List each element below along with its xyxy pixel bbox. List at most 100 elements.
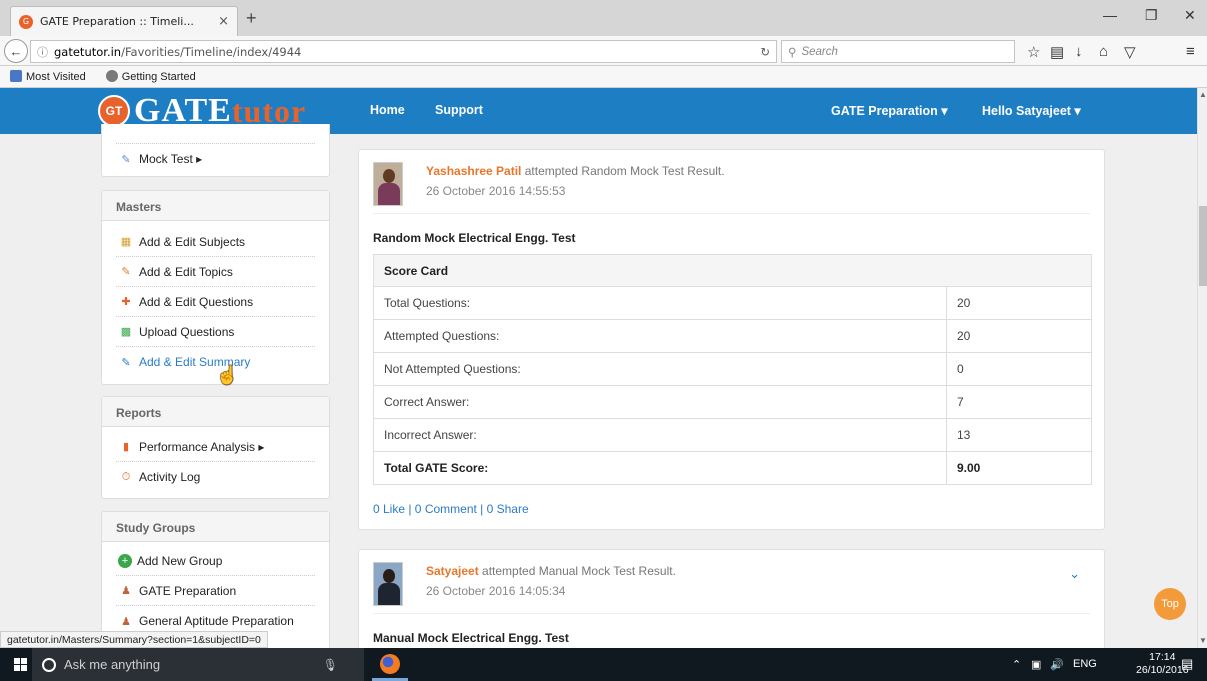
reload-icon[interactable]: ↻ <box>760 45 770 59</box>
pocket-icon[interactable]: ▽ <box>1124 43 1136 61</box>
bookmark-star-icon[interactable]: ☆ <box>1027 43 1040 61</box>
browser-tab[interactable]: G GATE Preparation :: Timeli... × <box>10 6 238 36</box>
mock-test-icon: ✎ <box>121 153 131 166</box>
post-timestamp: 26 October 2016 14:55:53 <box>426 184 566 198</box>
most-visited-icon <box>10 70 22 82</box>
network-icon[interactable]: ▣ <box>1031 658 1041 671</box>
back-to-top-button[interactable]: Top <box>1154 588 1186 620</box>
post-actions-links[interactable]: 0 Like | 0 Comment | 0 Share <box>373 502 1090 516</box>
menu-icon[interactable]: ≡ <box>1186 43 1195 60</box>
table-row: Total GATE Score: 9.00 <box>373 451 1092 485</box>
cortana-placeholder: Ask me anything <box>64 657 161 672</box>
windows-start-icon[interactable] <box>14 658 27 671</box>
timeline-post: Yashashree Patil attempted Random Mock T… <box>358 149 1105 530</box>
getting-started-icon <box>105 70 118 82</box>
url-path: /Favorities/Timeline/index/4944 <box>121 44 302 59</box>
post-timestamp: 26 October 2016 14:05:34 <box>426 584 566 598</box>
language-indicator[interactable]: ENG <box>1073 658 1097 670</box>
sidebar-reports-panel: Reports ▮ Performance Analysis ▸ ⏱ Activ… <box>101 396 330 499</box>
home-icon[interactable]: ⌂ <box>1099 43 1108 60</box>
volume-icon[interactable]: 🔊 <box>1050 658 1064 671</box>
cortana-icon <box>42 657 56 672</box>
back-button[interactable]: ← <box>4 39 28 63</box>
stopwatch-icon: ⏱ <box>121 470 131 483</box>
bookmarks-toolbar: Most Visited Getting Started <box>0 66 1207 88</box>
url-host: gatetutor.in <box>54 44 122 59</box>
post-header: Yashashree Patil attempted Random Mock T… <box>373 150 1090 214</box>
page-scrollbar[interactable]: ▲ ▼ <box>1197 88 1207 648</box>
downloads-icon[interactable]: ↓ <box>1075 43 1083 60</box>
group-icon: ♟ <box>121 615 131 628</box>
logo-badge: GT <box>98 95 130 127</box>
browser-nav-bar: ← ⓘ gatetutor.in /Favorities/Timeline/in… <box>0 36 1207 66</box>
nav-home-link[interactable]: Home <box>370 103 405 117</box>
post-author-link[interactable]: Yashashree Patil <box>426 164 521 178</box>
score-card-table: Score Card Total Questions: 20 Attempted … <box>373 254 1092 485</box>
minimize-icon[interactable]: — <box>1103 7 1117 23</box>
chevron-down-icon[interactable]: ⌄ <box>1069 566 1080 582</box>
reading-list-icon[interactable]: ▤ <box>1050 43 1064 61</box>
nav-user-dropdown[interactable]: Hello Satyajeet ▾ <box>982 103 1081 118</box>
nav-gate-preparation-dropdown[interactable]: GATE Preparation ▾ <box>831 103 947 118</box>
tray-expand-icon[interactable]: ⌃ <box>1012 658 1021 671</box>
bookmark-most-visited[interactable]: Most Visited <box>10 70 96 83</box>
close-tab-icon[interactable]: × <box>218 14 229 29</box>
test-title: Manual Mock Electrical Engg. Test <box>373 631 569 645</box>
sidebar-item-add-edit-topics[interactable]: ✎ Add & Edit Topics <box>116 257 315 287</box>
site-favicon-icon: G <box>19 14 33 29</box>
masters-heading: Masters <box>102 191 329 221</box>
sidebar-item-mock-test[interactable]: ✎ Mock Test ▸ <box>116 144 315 174</box>
sidebar-item-add-edit-questions[interactable]: ✚ Add & Edit Questions <box>116 287 315 317</box>
questions-icon: ✚ <box>121 296 131 308</box>
sidebar-item-add-new-group[interactable]: + Add New Group <box>116 546 315 576</box>
microphone-icon[interactable]: 🎙 <box>323 658 338 672</box>
post-header: Satyajeet attempted Manual Mock Test Res… <box>373 550 1090 614</box>
sidebar-tests-panel: ✎ Mock Test ▸ <box>101 124 330 177</box>
sidebar-item-gate-preparation[interactable]: ♟ GATE Preparation <box>116 576 315 606</box>
browser-search-input[interactable]: ⚲ Search <box>781 40 1015 63</box>
test-title: Random Mock Electrical Engg. Test <box>373 231 576 245</box>
topics-icon: ✎ <box>121 266 131 278</box>
group-icon: ♟ <box>121 585 131 597</box>
scroll-down-icon[interactable]: ▼ <box>1199 636 1207 645</box>
sidebar-item-add-edit-subjects[interactable]: ▦ Add & Edit Subjects <box>116 227 315 257</box>
add-circle-icon: + <box>118 553 132 568</box>
table-row: Correct Answer: 7 <box>373 385 1092 419</box>
new-tab-button[interactable]: + <box>246 8 257 29</box>
windows-taskbar: Ask me anything 🎙 ⌃ ▣ 🔊 ENG 17:14 26/10/… <box>0 648 1207 681</box>
post-author-link[interactable]: Satyajeet <box>426 564 479 578</box>
hand-cursor-icon: ☝ <box>216 365 239 385</box>
table-row: Total Questions: 20 <box>373 286 1092 320</box>
sidebar-masters-panel: Masters ▦ Add & Edit Subjects ✎ Add & Ed… <box>101 190 330 385</box>
browser-tab-bar: G GATE Preparation :: Timeli... × + — ❐ … <box>0 0 1207 36</box>
study-groups-heading: Study Groups <box>102 512 329 542</box>
status-bar-url: gatetutor.in/Masters/Summary?section=1&s… <box>0 631 268 648</box>
table-row: Not Attempted Questions: 0 <box>373 352 1092 386</box>
cortana-search-box[interactable]: Ask me anything 🎙 <box>32 648 364 681</box>
restore-icon[interactable]: ❐ <box>1145 7 1158 24</box>
notifications-icon[interactable]: ▤ <box>1181 656 1193 672</box>
window-close-icon[interactable]: ✕ <box>1184 7 1196 24</box>
avatar[interactable] <box>373 562 403 606</box>
tab-title: GATE Preparation :: Timeli... <box>40 15 194 28</box>
table-row: Incorrect Answer: 13 <box>373 418 1092 452</box>
sidebar-item-activity-log[interactable]: ⏱ Activity Log <box>116 462 315 492</box>
url-bar[interactable]: ⓘ gatetutor.in /Favorities/Timeline/inde… <box>30 40 777 63</box>
avatar[interactable] <box>373 162 403 206</box>
reports-heading: Reports <box>102 397 329 427</box>
bookmark-getting-started[interactable]: Getting Started <box>105 70 206 83</box>
post-author-line: Satyajeet attempted Manual Mock Test Res… <box>426 564 676 578</box>
sidebar-item-upload-questions[interactable]: ▩ Upload Questions <box>116 317 315 347</box>
firefox-taskbar-icon[interactable] <box>380 654 400 674</box>
timeline-post: Satyajeet attempted Manual Mock Test Res… <box>358 549 1105 648</box>
sidebar-study-groups-panel: Study Groups + Add New Group ♟ GATE Prep… <box>101 511 330 648</box>
sidebar-item-performance-analysis[interactable]: ▮ Performance Analysis ▸ <box>116 432 315 462</box>
summary-icon: ✎ <box>121 356 131 369</box>
scrollbar-thumb[interactable] <box>1199 206 1207 286</box>
nav-support-link[interactable]: Support <box>435 103 483 117</box>
post-author-line: Yashashree Patil attempted Random Mock T… <box>426 164 725 178</box>
search-icon: ⚲ <box>788 46 797 59</box>
sidebar-item-cut <box>116 124 315 144</box>
info-icon: ⓘ <box>37 45 48 59</box>
scroll-up-icon[interactable]: ▲ <box>1199 90 1207 99</box>
